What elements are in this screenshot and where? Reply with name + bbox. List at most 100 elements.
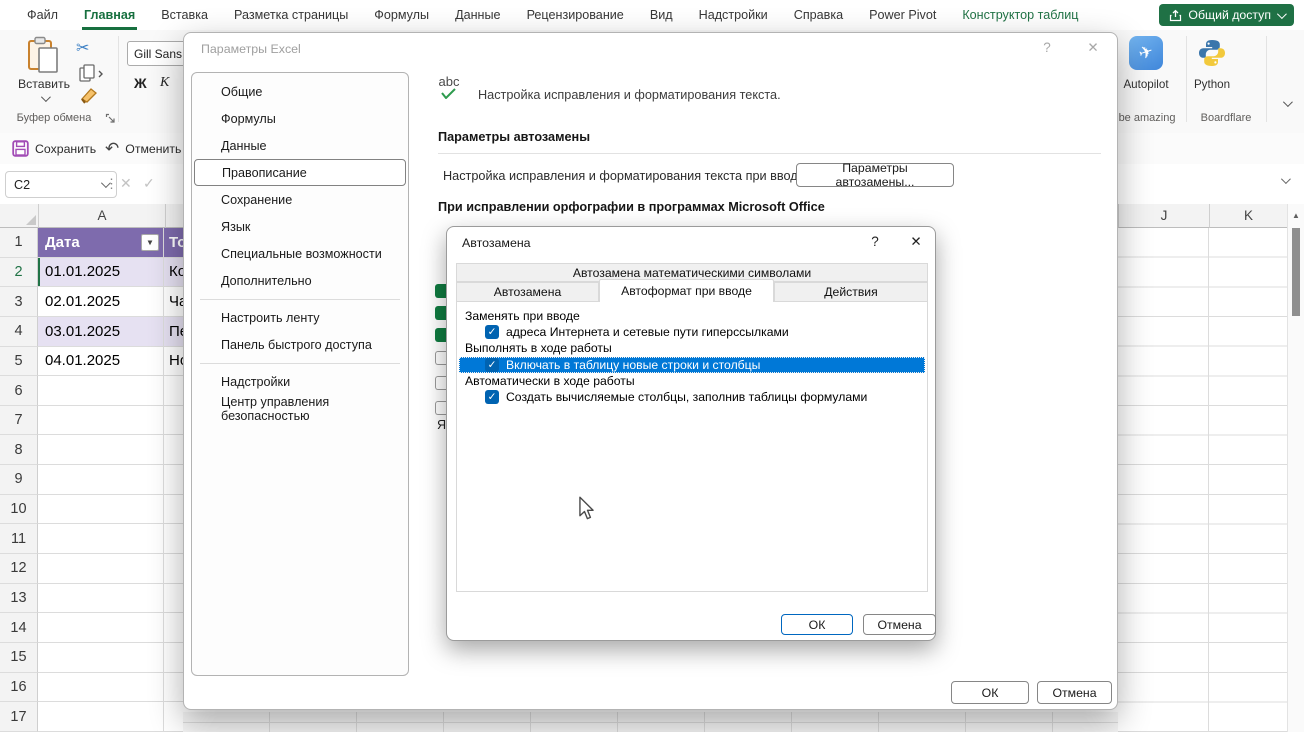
close-button[interactable]: ✕: [1082, 40, 1104, 56]
name-box[interactable]: C2: [5, 171, 117, 198]
row-header[interactable]: 6: [0, 376, 38, 406]
cell-date[interactable]: [38, 524, 164, 554]
options-sidebar-item[interactable]: Специальные возможности: [194, 240, 406, 267]
ribbon-collapse-chevron-icon[interactable]: [1283, 97, 1293, 107]
ribbon-tab[interactable]: Файл: [14, 0, 71, 30]
row-header[interactable]: 16: [0, 673, 38, 703]
cell-date[interactable]: [38, 406, 164, 436]
ribbon-tab[interactable]: Данные: [442, 0, 514, 30]
scroll-up-icon[interactable]: ▲: [1292, 211, 1300, 220]
name-box-options-icon[interactable]: ⋮: [105, 176, 118, 192]
options-sidebar-item[interactable]: Общие: [194, 78, 406, 105]
cell-date[interactable]: [38, 435, 164, 465]
table-header-cell-partial[interactable]: То: [164, 228, 183, 258]
options-sidebar-item[interactable]: Сохранение: [194, 186, 406, 213]
cell-date[interactable]: [38, 495, 164, 525]
cell-partial[interactable]: [164, 643, 183, 673]
cell-partial[interactable]: [164, 554, 183, 584]
ribbon-tab[interactable]: Power Pivot: [856, 0, 949, 30]
cell-partial[interactable]: Ча: [164, 287, 183, 317]
empty-grid[interactable]: [1118, 228, 1288, 732]
cell-partial[interactable]: Но: [164, 347, 183, 377]
autocorrect-option-row[interactable]: ✓ Выполнять в ходе работы: [459, 340, 925, 356]
row-header[interactable]: 15: [0, 643, 38, 673]
clipboard-dialog-launcher-icon[interactable]: [105, 113, 116, 124]
autocorrect-options-button[interactable]: Параметры автозамены...: [796, 163, 954, 187]
ribbon-tab[interactable]: Справка: [781, 0, 856, 30]
cell-partial[interactable]: Пе: [164, 317, 183, 347]
options-sidebar-item[interactable]: Формулы: [194, 105, 406, 132]
format-painter-icon[interactable]: [79, 86, 99, 106]
help-button[interactable]: ?: [864, 234, 886, 249]
row-header[interactable]: 11: [0, 524, 38, 554]
undo-button[interactable]: ↶ Отменить: [105, 133, 181, 164]
cell-date[interactable]: 02.01.2025: [38, 287, 164, 317]
cut-icon[interactable]: ✂: [76, 38, 89, 58]
ribbon-tab[interactable]: Формулы: [361, 0, 442, 30]
tab-actions[interactable]: Действия: [774, 282, 928, 302]
autocorrect-option-row[interactable]: ✓ Создать вычисляемые столбцы, заполнив …: [459, 389, 925, 405]
row-header[interactable]: 10: [0, 495, 38, 525]
row-header[interactable]: 13: [0, 584, 38, 614]
cell-partial[interactable]: [164, 613, 183, 643]
options-sidebar-item[interactable]: Надстройки: [194, 368, 406, 395]
tab-autocorrect[interactable]: Автозамена: [456, 282, 599, 302]
help-button[interactable]: ?: [1036, 40, 1058, 55]
ribbon-tab[interactable]: Главная: [71, 0, 148, 30]
autocorrect-option-row[interactable]: ✓ адреса Интернета и сетевые пути гиперс…: [459, 324, 925, 340]
filter-dropdown-button[interactable]: ▾: [141, 234, 159, 251]
ribbon-tab[interactable]: Разметка страницы: [221, 0, 361, 30]
options-sidebar-item[interactable]: Настроить ленту: [194, 304, 406, 331]
cell-date[interactable]: [38, 673, 164, 703]
cell-date[interactable]: 01.01.2025: [38, 258, 164, 288]
select-all-corner[interactable]: [0, 204, 39, 228]
share-button[interactable]: Общий доступ: [1159, 4, 1294, 26]
copy-icon[interactable]: [79, 64, 105, 82]
table-header-cell-date[interactable]: Дата ▾: [38, 228, 164, 258]
cell-date[interactable]: [38, 643, 164, 673]
column-header-a[interactable]: A: [39, 204, 166, 228]
paste-icon[interactable]: [26, 36, 62, 74]
cell-date[interactable]: [38, 702, 164, 732]
scrollbar-thumb[interactable]: [1292, 228, 1300, 316]
ribbon-tab[interactable]: Рецензирование: [514, 0, 637, 30]
options-sidebar-item[interactable]: Панель быстрого доступа: [194, 331, 406, 358]
row-header[interactable]: 3: [0, 287, 38, 317]
cell-date[interactable]: [38, 584, 164, 614]
cell-date[interactable]: 04.01.2025: [38, 347, 164, 377]
row-header[interactable]: 2: [0, 258, 38, 288]
paste-button[interactable]: Вставить: [12, 77, 76, 105]
cell-partial[interactable]: [164, 376, 183, 406]
close-button[interactable]: ✕: [905, 234, 927, 250]
bold-button[interactable]: Ж: [134, 75, 147, 91]
tab-autoformat-as-you-type[interactable]: Автоформат при вводе: [599, 279, 774, 302]
row-header[interactable]: 5: [0, 347, 38, 377]
row-header[interactable]: 17: [0, 702, 38, 732]
row-header[interactable]: 4: [0, 317, 38, 347]
formula-bar-expand-chevron-icon[interactable]: [1281, 174, 1291, 184]
cell-partial[interactable]: [164, 702, 183, 732]
cell-partial[interactable]: [164, 495, 183, 525]
autocorrect-ok-button[interactable]: ОК: [781, 614, 853, 635]
cell-partial[interactable]: [164, 435, 183, 465]
cell-date[interactable]: 03.01.2025: [38, 317, 164, 347]
autopilot-addin-button[interactable]: ✈ Autopilot: [1114, 36, 1178, 91]
cell-date[interactable]: [38, 613, 164, 643]
options-sidebar-item[interactable]: Язык: [194, 213, 406, 240]
checkbox-checked-icon[interactable]: ✓: [485, 325, 499, 339]
autocorrect-option-row[interactable]: ✓ Автоматически в ходе работы: [459, 373, 925, 389]
italic-button[interactable]: К: [160, 75, 169, 91]
options-sidebar-item[interactable]: Правописание: [194, 159, 406, 186]
save-button[interactable]: Сохранить: [12, 133, 96, 164]
confirm-entry-icon[interactable]: ✓: [143, 175, 155, 192]
autocorrect-cancel-button[interactable]: Отмена: [863, 614, 936, 635]
checkbox-checked-icon[interactable]: ✓: [485, 390, 499, 404]
vertical-scrollbar[interactable]: ▲: [1287, 204, 1304, 732]
cell-partial[interactable]: [164, 465, 183, 495]
cell-date[interactable]: [38, 376, 164, 406]
python-addin-button[interactable]: Python: [1180, 36, 1244, 91]
row-header[interactable]: 8: [0, 435, 38, 465]
ribbon-tab[interactable]: Конструктор таблиц: [949, 0, 1091, 30]
cell-date[interactable]: [38, 465, 164, 495]
row-header[interactable]: 1: [0, 228, 38, 258]
